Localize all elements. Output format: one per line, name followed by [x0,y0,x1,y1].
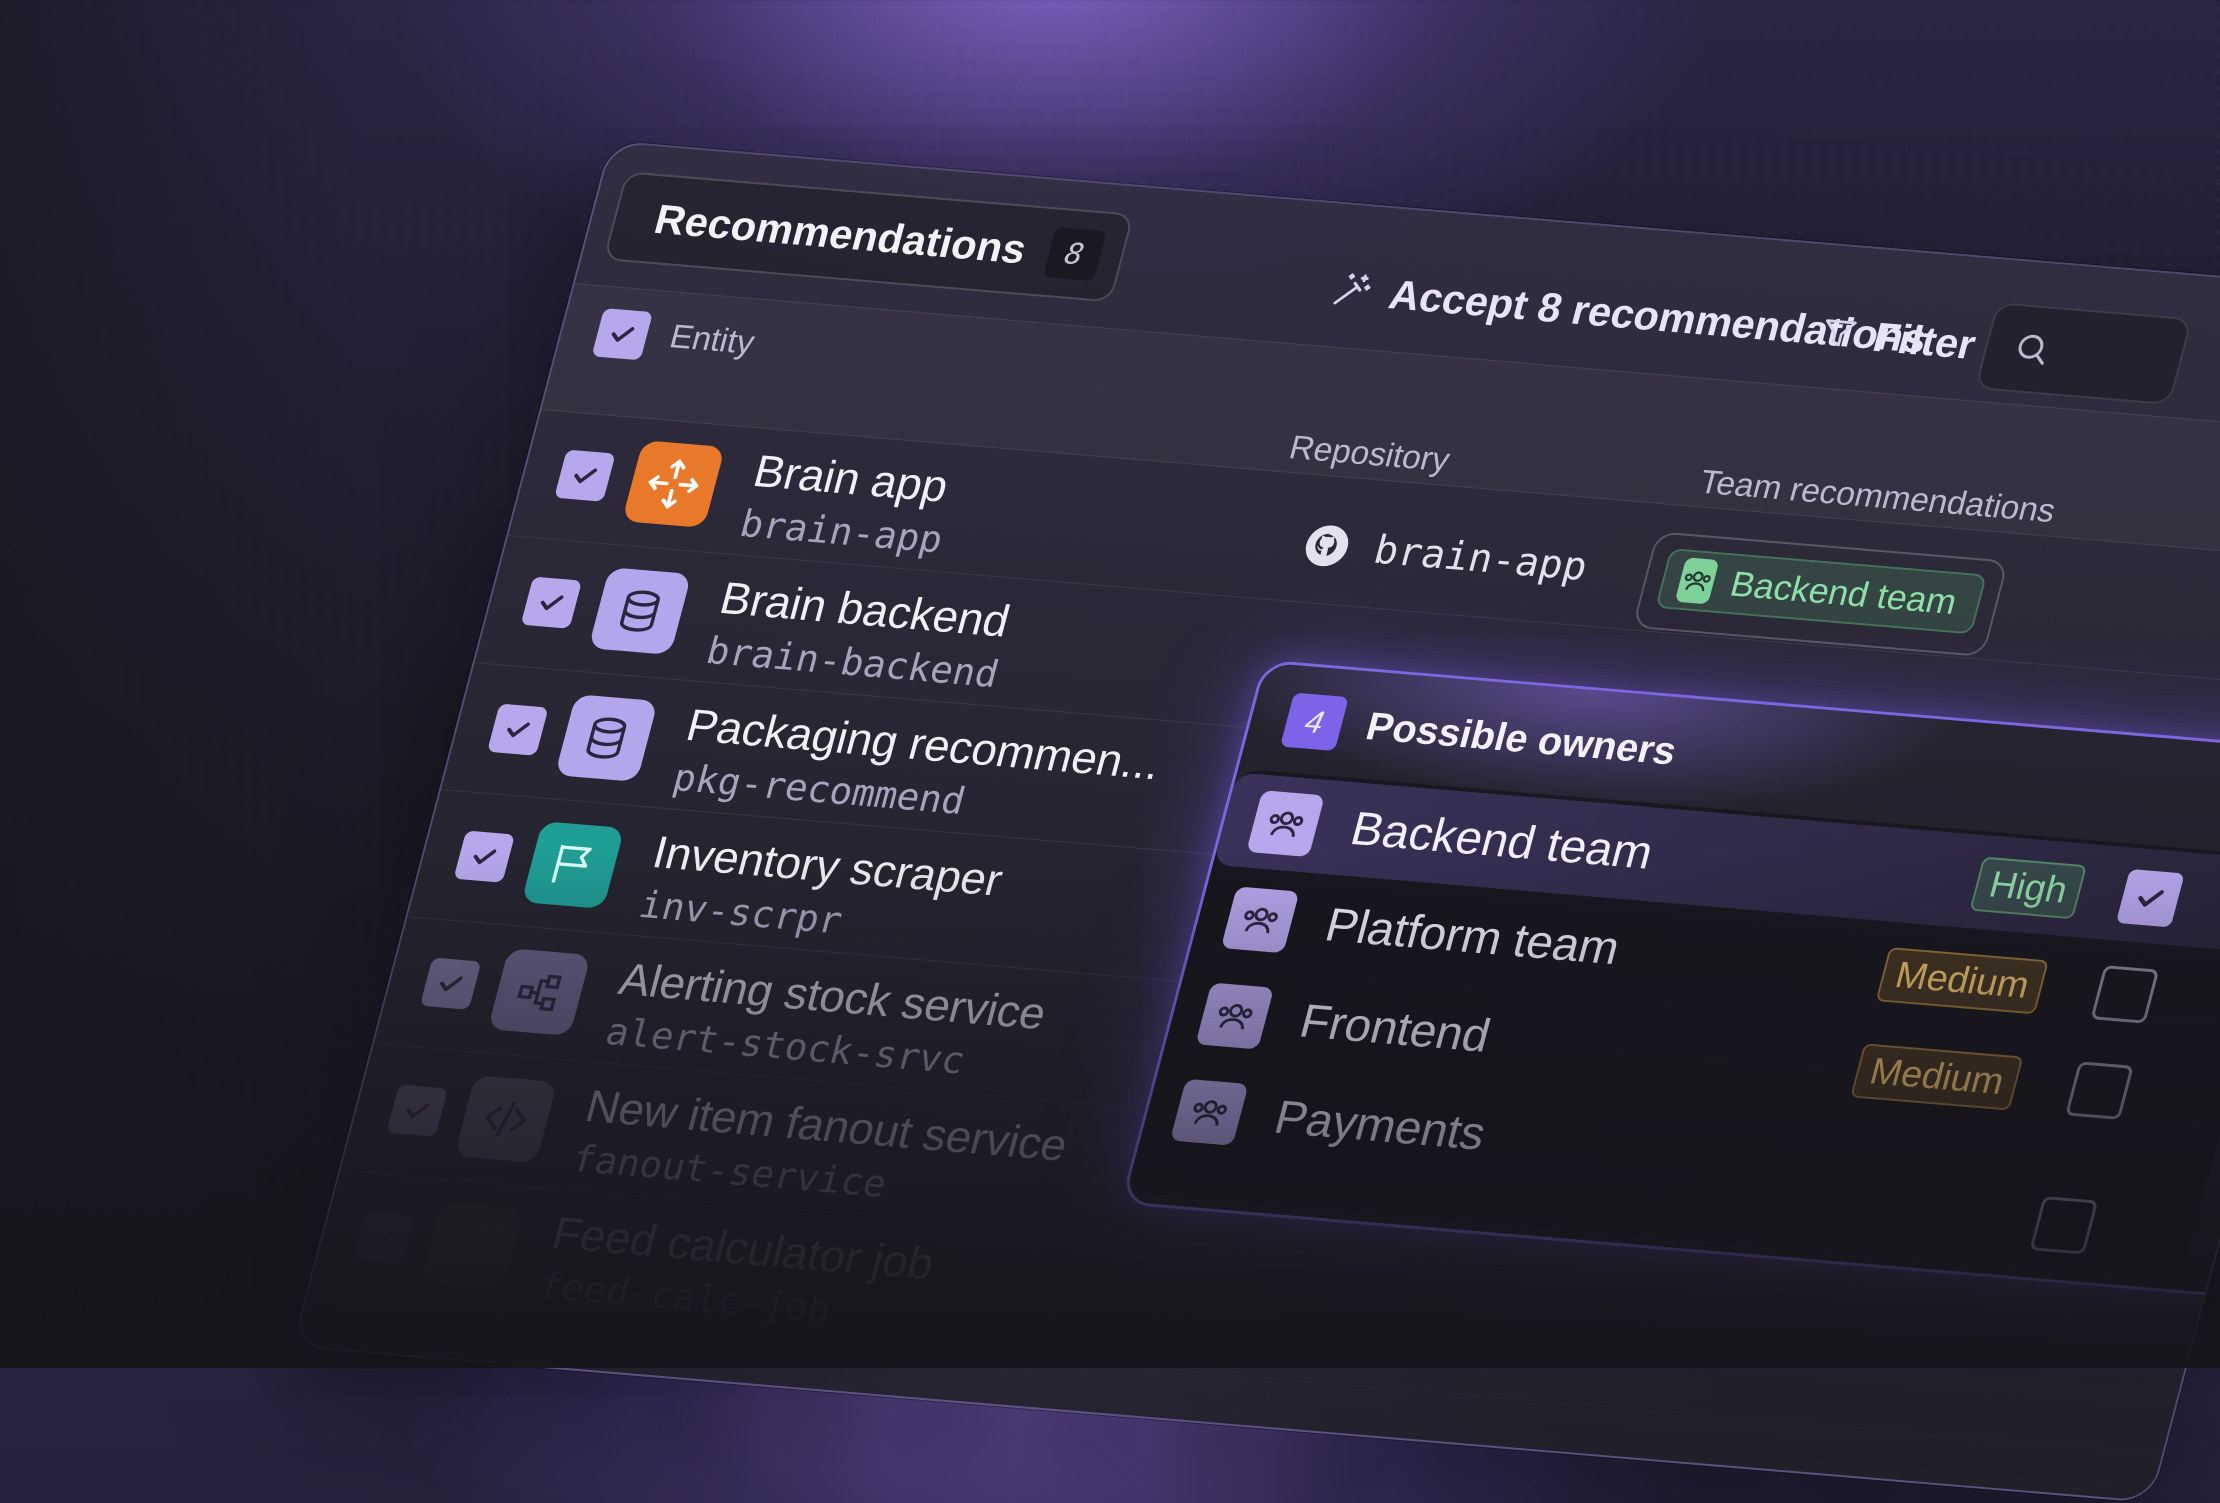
database-icon [588,567,692,655]
row-checkbox[interactable] [554,449,616,502]
entity-name[interactable]: Brain app [748,444,954,512]
team-icon [1169,1078,1249,1146]
database-icon [554,694,659,782]
owner-label: Frontend [1294,995,1496,1063]
check-icon [611,327,635,342]
recommendations-tab[interactable]: Recommendations 8 [602,171,1135,303]
possible-owners-dropdown[interactable]: 4 Possible owners Backend team High Plat… [1120,659,2220,1298]
check-icon [440,976,463,992]
job-icon [420,1202,524,1290]
team-tag[interactable]: Backend team [1655,548,1988,635]
search-input[interactable] [1974,302,2193,406]
github-icon [1305,525,1349,567]
confidence-badge: High [1969,856,2088,920]
entity-slug: brain-app [735,502,948,562]
owner-label: Payments [1269,1091,1491,1161]
owner-checkbox[interactable] [2064,1061,2134,1120]
workflow-icon [487,948,591,1036]
row-checkbox[interactable] [453,830,516,883]
owners-list: Backend team High Platform team Medium F… [1126,768,2220,1281]
owner-checkbox[interactable] [2090,965,2160,1024]
team-icon [1674,557,1720,605]
row-checkbox[interactable] [352,1211,415,1264]
filter-button[interactable]: Filter [1813,309,1981,368]
confidence-badge: Medium [1875,947,2050,1015]
check-icon [473,849,497,865]
arrows-collapse-icon [621,440,726,528]
repository-cell[interactable]: brain-app [1299,522,1593,590]
close-icon[interactable] [1980,591,1987,618]
magic-wand-icon [1333,273,1371,305]
recommendations-panel: Recommendations 8 Accept 8 recommendatio… [291,140,2220,1503]
check-icon [507,722,530,738]
team-tag-label: Backend team [1726,563,1962,622]
confidence-badge: Medium [1850,1043,2024,1111]
search-icon [2018,334,2044,365]
check-icon [406,1103,430,1119]
row-checkbox[interactable] [520,576,583,629]
owner-checkbox[interactable] [2029,1196,2099,1255]
entity-column-header[interactable]: Entity [666,318,759,362]
recommendations-count: 8 [1042,227,1107,282]
repository-name: brain-app [1369,527,1593,590]
owner-label: Platform team [1319,899,1626,975]
owner-checkbox[interactable] [2115,868,2185,928]
scene: Recommendations 8 Accept 8 recommendatio… [0,0,2220,1503]
flag-icon [521,821,625,909]
code-icon [454,1075,558,1163]
row-checkbox[interactable] [419,957,482,1010]
recommendations-title: Recommendations [649,195,1032,273]
row-checkbox[interactable] [386,1084,448,1137]
check-icon [574,468,597,484]
team-icon [1220,886,1300,954]
team-icon [1195,982,1275,1050]
owner-label: Backend team [1345,803,1659,880]
check-icon [2138,890,2164,907]
check-icon [372,1230,396,1246]
filter-icon [1826,319,1857,347]
row-checkbox[interactable] [487,703,549,756]
check-icon [540,595,564,611]
filter-label: Filter [1868,313,1981,368]
select-all-checkbox[interactable] [591,308,654,361]
entity-slug: inv-scrpr [634,882,848,943]
team-icon [1246,790,1325,858]
